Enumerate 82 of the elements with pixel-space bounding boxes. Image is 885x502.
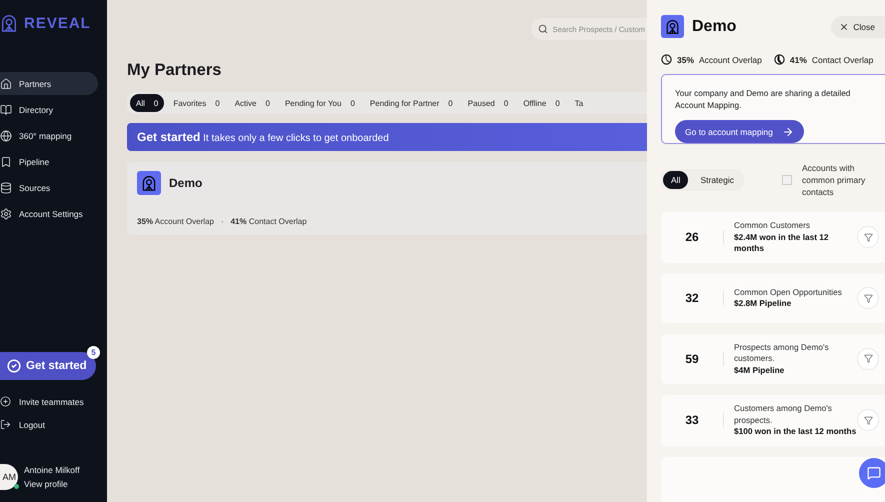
count-badge: 5: [87, 346, 100, 359]
filter-button[interactable]: [857, 226, 879, 248]
home-icon: [0, 78, 12, 90]
contact-overlap-text: 41% Contact Overlap: [230, 217, 307, 226]
plus-circle-icon: [0, 396, 11, 407]
nav-item[interactable]: Directory: [0, 98, 98, 121]
view-profile-link[interactable]: View profile: [24, 479, 80, 489]
filter-tab[interactable]: Paused 0: [462, 94, 514, 112]
stat-detail: $100 won in the last 12 months: [734, 426, 857, 438]
filter-icon: [864, 294, 872, 302]
nav-item[interactable]: Partners: [0, 72, 98, 95]
partner-name: Demo: [169, 176, 202, 190]
arch-logo-icon: [141, 175, 157, 191]
chat-icon: [867, 466, 881, 480]
stat-detail: $2.4M won in the last 12 months: [734, 232, 830, 254]
stat-title: Prospects among Demo's customers.: [734, 342, 830, 364]
stat-card[interactable]: 59 Prospects among Demo's customers. $4M Pipeline: [661, 334, 885, 384]
overlap-label: Contact Overlap: [812, 54, 874, 64]
filter-tab[interactable]: Pending for Partner 0: [364, 94, 459, 112]
pie-icon: [661, 54, 672, 65]
filter-button[interactable]: [857, 409, 879, 432]
filter-icon: [864, 416, 872, 425]
stat-card[interactable]: 32 Common Open Opportunities $2.8M Pipeline: [661, 274, 885, 322]
pie-icon: [774, 54, 785, 65]
search-icon: [538, 24, 548, 34]
account-mapping-button[interactable]: Go to account mapping: [675, 120, 804, 143]
user-name: Antoine Milkoff: [24, 465, 80, 475]
panel-title: Demo: [692, 18, 738, 36]
separator-dot: ·: [220, 217, 224, 226]
book-icon: [0, 104, 12, 116]
partner-card[interactable]: Demo 35% Account Overlap · 41% Contact Overlap: [127, 162, 647, 235]
nav-item[interactable]: Pipeline: [0, 150, 98, 173]
app-logo-text: REVEAL: [24, 14, 91, 32]
overlap-value: 41%: [790, 54, 807, 64]
check-circle-icon: [7, 359, 21, 373]
info-text: Your company and Demo are sharing a detailed Account Mapping.: [675, 87, 852, 111]
stat-detail: $4M Pipeline: [734, 364, 786, 376]
arch-logo-icon: [0, 14, 18, 32]
overlap-label: Account Overlap: [699, 54, 762, 64]
nav-item[interactable]: 360° mapping: [0, 124, 98, 147]
filter-tab[interactable]: Pending for You 0: [278, 94, 361, 112]
overlap-value: 35%: [677, 54, 694, 64]
settings-icon: [0, 208, 12, 220]
filter-button[interactable]: [857, 287, 879, 309]
filter-tab[interactable]: Active 0: [228, 94, 276, 112]
close-icon: [839, 22, 850, 32]
bookmark-icon: [0, 156, 12, 168]
checkbox-label: Accounts with common primary contacts: [802, 162, 866, 198]
filter-icon: [864, 232, 872, 242]
stat-count: 26: [661, 230, 724, 244]
page-title: My Partners: [127, 61, 222, 80]
stat-count: 32: [661, 291, 724, 305]
filter-tab[interactable]: Favorites 0: [167, 94, 226, 112]
account-overlap-text: 35% Account Overlap: [137, 217, 214, 226]
arrow-right-icon: [782, 126, 794, 138]
avatar[interactable]: AM: [0, 464, 18, 490]
onboarding-banner[interactable]: Get started It takes only a few clicks to get onboarded: [127, 123, 647, 151]
filter-tab[interactable]: Offline 0: [517, 94, 566, 112]
filter-button[interactable]: [857, 348, 879, 370]
sidebar-link[interactable]: Invite teammates: [0, 390, 107, 413]
stat-count: 33: [661, 413, 724, 428]
globe-icon: [0, 130, 12, 142]
filter-tab[interactable]: Ta: [568, 94, 590, 112]
stat-count: 59: [661, 352, 724, 366]
nav-item[interactable]: Account Settings: [0, 202, 98, 225]
segment-button[interactable]: All: [663, 171, 688, 189]
nav-item[interactable]: Sources: [0, 176, 98, 199]
checkbox[interactable]: [782, 175, 792, 185]
sidebar-link[interactable]: Logout: [0, 413, 107, 436]
filter-icon: [864, 354, 872, 364]
stat-title: Customers among Demo's prospects.: [734, 403, 833, 426]
database-icon: [0, 182, 12, 194]
stat-detail: $2.8M Pipeline: [734, 298, 792, 310]
stat-title: Common Customers: [734, 220, 812, 232]
stat-card[interactable]: 26 Common Customers $2.4M won in the last 12 months: [661, 212, 885, 262]
filter-tab[interactable]: All 0: [130, 94, 164, 112]
logout-icon: [0, 419, 11, 430]
stat-title: Common Open Opportunities: [734, 286, 843, 298]
stat-card[interactable]: 33 Customers among Demo's prospects. $100 won in the last 12 months: [661, 395, 885, 446]
close-button[interactable]: Close: [831, 16, 885, 38]
arch-logo-icon: [665, 19, 680, 34]
segment-button[interactable]: Strategic: [692, 171, 742, 189]
